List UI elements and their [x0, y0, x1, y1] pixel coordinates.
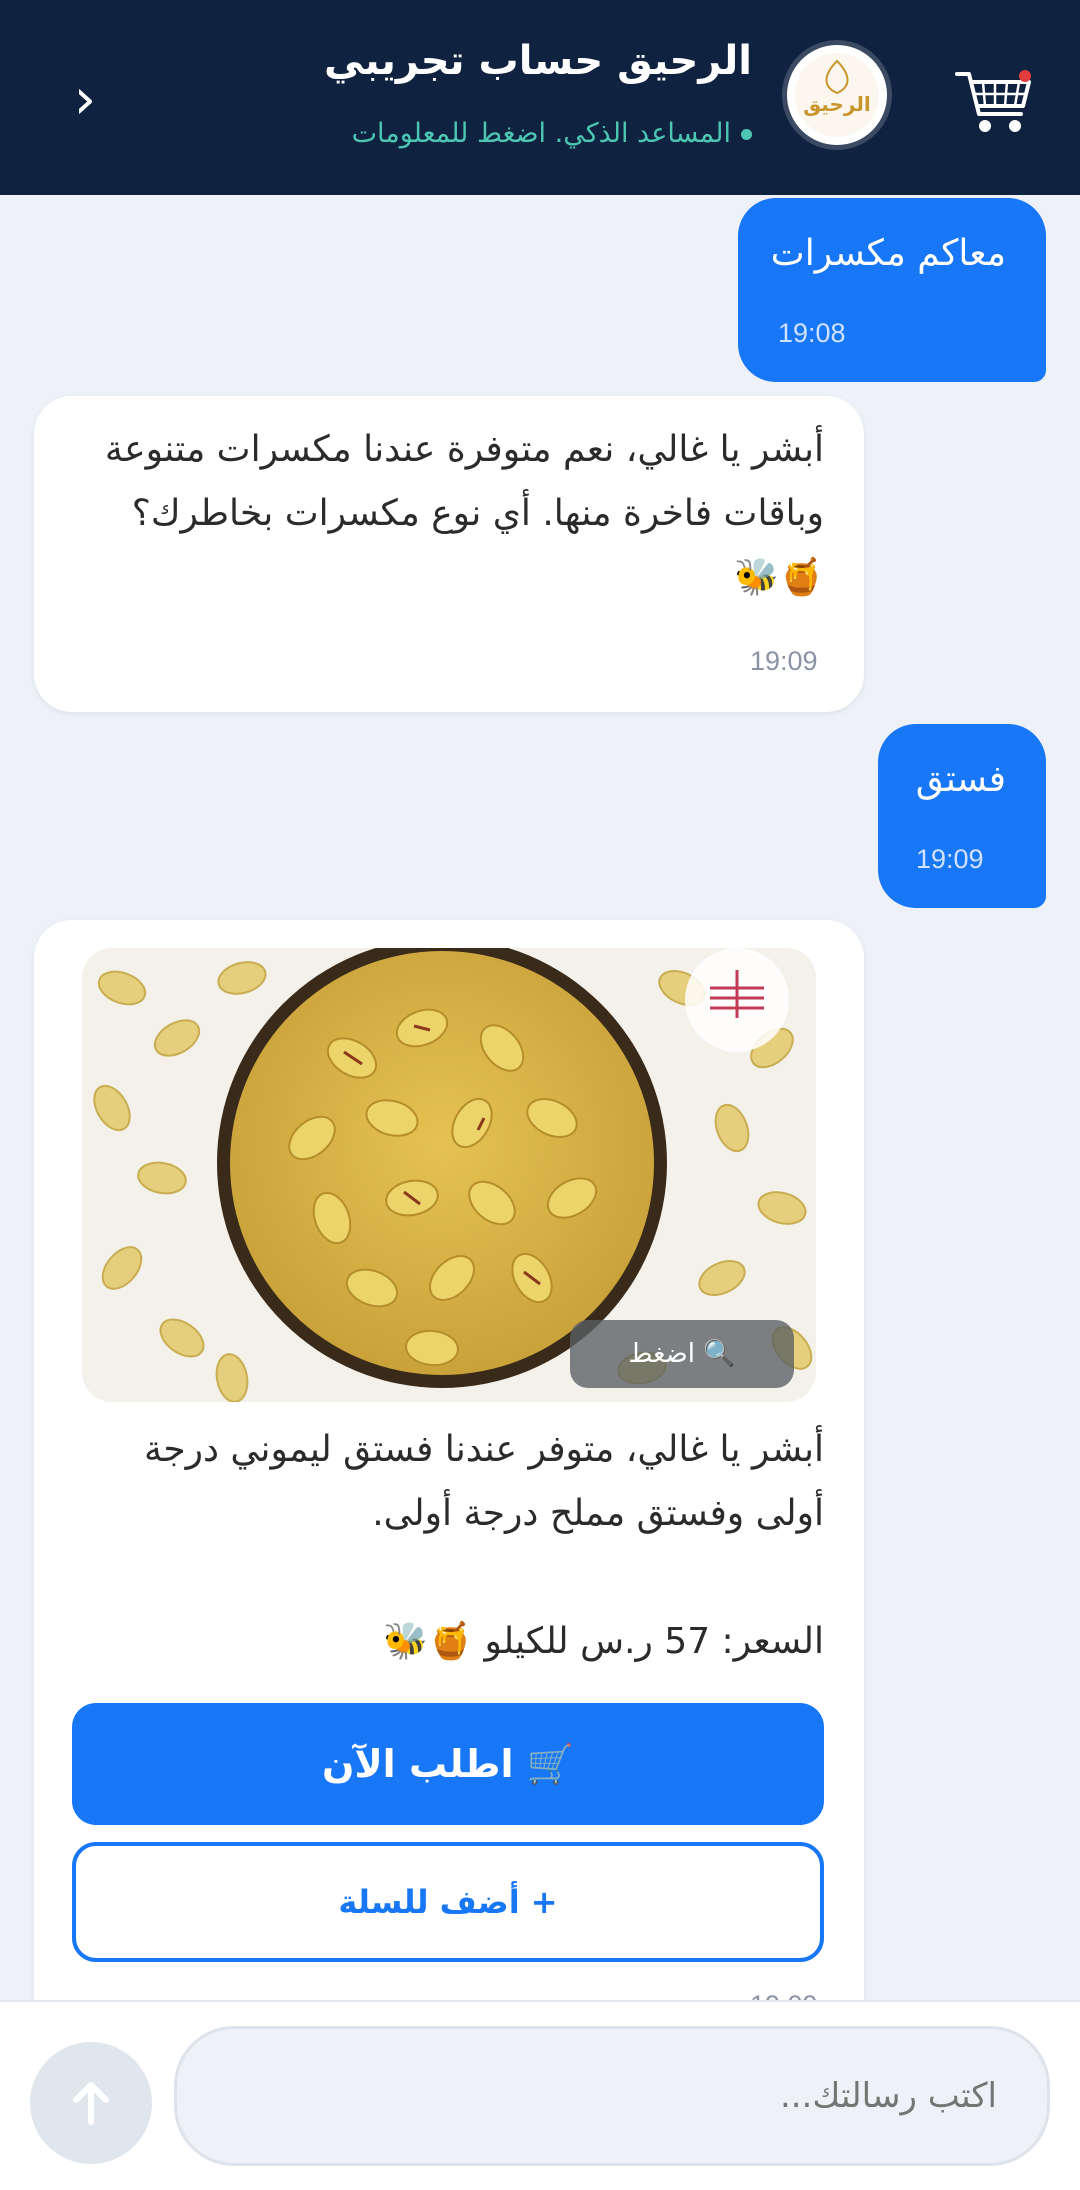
message-text: فستق — [915, 759, 1006, 800]
back-button[interactable]: › — [60, 70, 110, 130]
outgoing-message: معاكم مكسرات 19:08 — [738, 198, 1046, 382]
cart-icon[interactable] — [955, 62, 1035, 142]
send-button[interactable] — [30, 2042, 152, 2164]
message-input[interactable] — [174, 2026, 1050, 2166]
message-text: معاكم مكسرات — [770, 233, 1006, 274]
message-emoji-line: 🍯🐝 — [734, 557, 824, 598]
online-dot-icon — [741, 129, 752, 140]
message-line: أبشر يا غالي، نعم متوفرة عندنا مكسرات مت… — [104, 429, 824, 470]
message-time: 19:08 — [778, 318, 846, 348]
tap-to-zoom-badge[interactable]: 🔍 اضغط — [570, 1320, 794, 1388]
store-logo-icon: الرحيق — [795, 53, 879, 137]
subtitle-text: المساعد الذكي. اضغط للمعلومات — [351, 118, 731, 149]
chat-subtitle[interactable]: المساعد الذكي. اضغط للمعلومات — [352, 118, 752, 149]
arrow-up-icon — [73, 2082, 109, 2125]
add-to-cart-button[interactable]: + أضف للسلة — [72, 1842, 824, 1962]
chat-title[interactable]: الرحيق حساب تجريبي — [324, 38, 752, 84]
message-time: 19:09 — [916, 844, 984, 874]
message-line: أبشر يا غالي، متوفر عندنا فستق ليموني در… — [144, 1429, 824, 1470]
price-line: السعر: 57 ر.س للكيلو 🍯🐝 — [383, 1621, 824, 1662]
outgoing-message: فستق 19:09 — [878, 724, 1046, 908]
incoming-message: أبشر يا غالي، نعم متوفرة عندنا مكسرات مت… — [34, 396, 864, 712]
message-line: أولى وفستق مملح درجة أولى. — [372, 1493, 824, 1534]
order-now-button[interactable]: 🛒 اطلب الآن — [72, 1703, 824, 1825]
chat-header: › الرحيق حساب تجريبي المساعد الذكي. اضغط… — [0, 0, 1080, 195]
store-avatar[interactable]: الرحيق — [782, 40, 892, 150]
message-time: 19:09 — [750, 646, 818, 676]
logo-text: الرحيق — [803, 92, 870, 116]
message-line: وباقات فاخرة منها. أي نوع مكسرات بخاطرك؟ — [131, 493, 824, 534]
